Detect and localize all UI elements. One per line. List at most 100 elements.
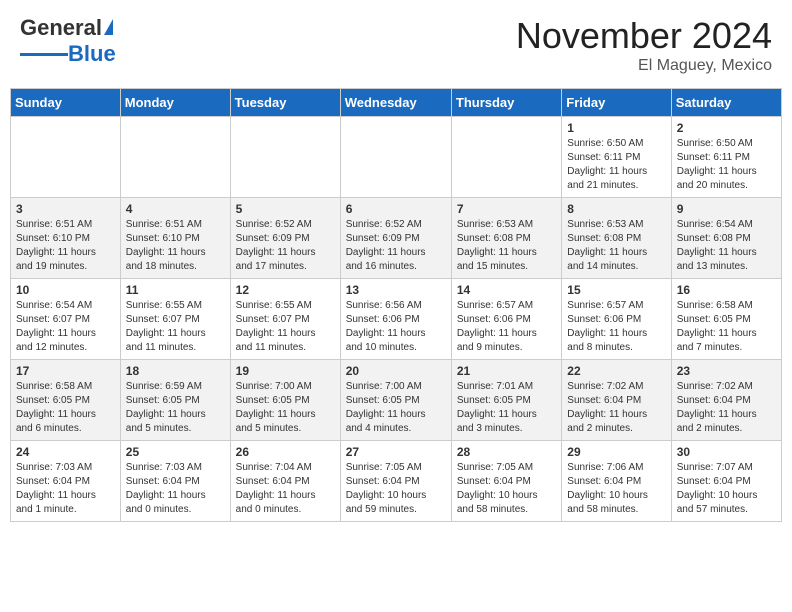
calendar-day-cell: 12Sunrise: 6:55 AM Sunset: 6:07 PM Dayli… <box>230 279 340 360</box>
day-info: Sunrise: 6:53 AM Sunset: 6:08 PM Dayligh… <box>567 218 665 274</box>
calendar-day-cell: 15 Sunrise: 6:57 AM Sunset: 6:06 PM Dayli… <box>562 279 671 360</box>
calendar-day-cell <box>11 117 121 198</box>
logo-text-general: General <box>20 15 102 41</box>
calendar-day-cell <box>230 117 340 198</box>
day-info: Sunrise: 6:58 AM Sunset: 6:05 PM Dayligh… <box>16 380 115 436</box>
calendar-day-cell: 6Sunrise: 6:52 AM Sunset: 6:09 PM Daylig… <box>340 198 451 279</box>
calendar-day-cell: 2 Sunrise: 6:50 AM Sunset: 6:11 PM Daylig… <box>671 117 781 198</box>
calendar-day-cell: 30Sunrise: 7:07 AM Sunset: 6:04 PM Dayli… <box>671 441 781 522</box>
calendar-day-cell: 25 Sunrise: 7:03 AM Sunset: 6:04 PM Dayli… <box>120 441 230 522</box>
day-number: 22 <box>567 364 665 378</box>
page-header: General Blue November 2024 El Maguey, Me… <box>10 10 782 80</box>
logo: General Blue <box>20 15 116 67</box>
day-info: Sunrise: 6:50 AM Sunset: 6:11 PM Dayligh… <box>677 137 776 193</box>
day-number: 9 <box>677 202 776 216</box>
calendar-day-cell: 9 Sunrise: 6:54 AM Sunset: 6:08 PM Daylig… <box>671 198 781 279</box>
calendar-week-row: 24 Sunrise: 7:03 AM Sunset: 6:04 PM Dayli… <box>11 441 782 522</box>
calendar-day-cell: 16 Sunrise: 6:58 AM Sunset: 6:05 PM Dayli… <box>671 279 781 360</box>
day-number: 19 <box>236 364 335 378</box>
day-number: 25 <box>126 445 225 459</box>
day-number: 14 <box>457 283 556 297</box>
day-info: Sunrise: 7:05 AM Sunset: 6:04 PM Dayligh… <box>457 461 556 517</box>
calendar-title-block: November 2024 El Maguey, Mexico <box>516 15 772 75</box>
day-info: Sunrise: 6:54 AM Sunset: 6:08 PM Dayligh… <box>677 218 776 274</box>
day-info: Sunrise: 6:53 AM Sunset: 6:08 PM Dayligh… <box>457 218 556 274</box>
day-number: 20 <box>346 364 446 378</box>
day-info: Sunrise: 7:07 AM Sunset: 6:04 PM Dayligh… <box>677 461 776 517</box>
day-number: 13 <box>346 283 446 297</box>
calendar-day-cell: 19Sunrise: 7:00 AM Sunset: 6:05 PM Dayli… <box>230 360 340 441</box>
day-number: 10 <box>16 283 115 297</box>
calendar-month-year: November 2024 <box>516 15 772 57</box>
calendar-week-row: 17 Sunrise: 6:58 AM Sunset: 6:05 PM Dayli… <box>11 360 782 441</box>
day-number: 16 <box>677 283 776 297</box>
calendar-col-header: Wednesday <box>340 89 451 117</box>
calendar-day-cell: 17 Sunrise: 6:58 AM Sunset: 6:05 PM Dayli… <box>11 360 121 441</box>
logo-underline <box>20 53 68 56</box>
calendar-day-cell: 20 Sunrise: 7:00 AM Sunset: 6:05 PM Dayli… <box>340 360 451 441</box>
calendar-day-cell: 8Sunrise: 6:53 AM Sunset: 6:08 PM Daylig… <box>562 198 671 279</box>
calendar-week-row: 1 Sunrise: 6:50 AM Sunset: 6:11 PM Daylig… <box>11 117 782 198</box>
day-number: 1 <box>567 121 665 135</box>
logo-text-blue: Blue <box>68 41 116 67</box>
day-number: 29 <box>567 445 665 459</box>
calendar-day-cell: 21Sunrise: 7:01 AM Sunset: 6:05 PM Dayli… <box>451 360 561 441</box>
logo-triangle-icon <box>104 19 113 35</box>
calendar-col-header: Saturday <box>671 89 781 117</box>
day-info: Sunrise: 7:05 AM Sunset: 6:04 PM Dayligh… <box>346 461 446 517</box>
calendar-col-header: Sunday <box>11 89 121 117</box>
calendar-day-cell: 13 Sunrise: 6:56 AM Sunset: 6:06 PM Dayli… <box>340 279 451 360</box>
calendar-week-row: 10 Sunrise: 6:54 AM Sunset: 6:07 PM Dayli… <box>11 279 782 360</box>
day-info: Sunrise: 7:00 AM Sunset: 6:05 PM Dayligh… <box>346 380 446 436</box>
calendar-day-cell: 28 Sunrise: 7:05 AM Sunset: 6:04 PM Dayli… <box>451 441 561 522</box>
day-number: 5 <box>236 202 335 216</box>
calendar-week-row: 3 Sunrise: 6:51 AM Sunset: 6:10 PM Daylig… <box>11 198 782 279</box>
calendar-location: El Maguey, Mexico <box>516 57 772 75</box>
calendar-day-cell: 5 Sunrise: 6:52 AM Sunset: 6:09 PM Daylig… <box>230 198 340 279</box>
day-number: 28 <box>457 445 556 459</box>
calendar-day-cell <box>451 117 561 198</box>
day-number: 11 <box>126 283 225 297</box>
day-info: Sunrise: 6:51 AM Sunset: 6:10 PM Dayligh… <box>16 218 115 274</box>
day-info: Sunrise: 7:03 AM Sunset: 6:04 PM Dayligh… <box>126 461 225 517</box>
calendar-day-cell: 11 Sunrise: 6:55 AM Sunset: 6:07 PM Dayli… <box>120 279 230 360</box>
day-number: 2 <box>677 121 776 135</box>
day-number: 24 <box>16 445 115 459</box>
day-number: 26 <box>236 445 335 459</box>
day-info: Sunrise: 7:03 AM Sunset: 6:04 PM Dayligh… <box>16 461 115 517</box>
day-info: Sunrise: 6:56 AM Sunset: 6:06 PM Dayligh… <box>346 299 446 355</box>
day-number: 7 <box>457 202 556 216</box>
calendar-col-header: Tuesday <box>230 89 340 117</box>
day-number: 6 <box>346 202 446 216</box>
day-info: Sunrise: 7:04 AM Sunset: 6:04 PM Dayligh… <box>236 461 335 517</box>
calendar-day-cell: 7 Sunrise: 6:53 AM Sunset: 6:08 PM Daylig… <box>451 198 561 279</box>
calendar-day-cell: 18 Sunrise: 6:59 AM Sunset: 6:05 PM Dayli… <box>120 360 230 441</box>
day-number: 15 <box>567 283 665 297</box>
day-info: Sunrise: 6:52 AM Sunset: 6:09 PM Dayligh… <box>236 218 335 274</box>
calendar-day-cell: 3 Sunrise: 6:51 AM Sunset: 6:10 PM Daylig… <box>11 198 121 279</box>
day-info: Sunrise: 6:59 AM Sunset: 6:05 PM Dayligh… <box>126 380 225 436</box>
calendar-day-cell: 10 Sunrise: 6:54 AM Sunset: 6:07 PM Dayli… <box>11 279 121 360</box>
day-number: 3 <box>16 202 115 216</box>
day-info: Sunrise: 7:01 AM Sunset: 6:05 PM Dayligh… <box>457 380 556 436</box>
day-info: Sunrise: 6:57 AM Sunset: 6:06 PM Dayligh… <box>567 299 665 355</box>
calendar-day-cell <box>120 117 230 198</box>
calendar-day-cell <box>340 117 451 198</box>
day-info: Sunrise: 6:55 AM Sunset: 6:07 PM Dayligh… <box>126 299 225 355</box>
calendar-day-cell: 22Sunrise: 7:02 AM Sunset: 6:04 PM Dayli… <box>562 360 671 441</box>
day-number: 18 <box>126 364 225 378</box>
day-number: 12 <box>236 283 335 297</box>
calendar-header-row: SundayMondayTuesdayWednesdayThursdayFrid… <box>11 89 782 117</box>
calendar-col-header: Monday <box>120 89 230 117</box>
day-info: Sunrise: 7:06 AM Sunset: 6:04 PM Dayligh… <box>567 461 665 517</box>
day-info: Sunrise: 6:50 AM Sunset: 6:11 PM Dayligh… <box>567 137 665 193</box>
day-info: Sunrise: 6:57 AM Sunset: 6:06 PM Dayligh… <box>457 299 556 355</box>
day-info: Sunrise: 6:54 AM Sunset: 6:07 PM Dayligh… <box>16 299 115 355</box>
day-number: 27 <box>346 445 446 459</box>
day-info: Sunrise: 6:58 AM Sunset: 6:05 PM Dayligh… <box>677 299 776 355</box>
calendar-day-cell: 26 Sunrise: 7:04 AM Sunset: 6:04 PM Dayli… <box>230 441 340 522</box>
calendar-day-cell: 1 Sunrise: 6:50 AM Sunset: 6:11 PM Daylig… <box>562 117 671 198</box>
day-number: 17 <box>16 364 115 378</box>
calendar-col-header: Thursday <box>451 89 561 117</box>
calendar-col-header: Friday <box>562 89 671 117</box>
